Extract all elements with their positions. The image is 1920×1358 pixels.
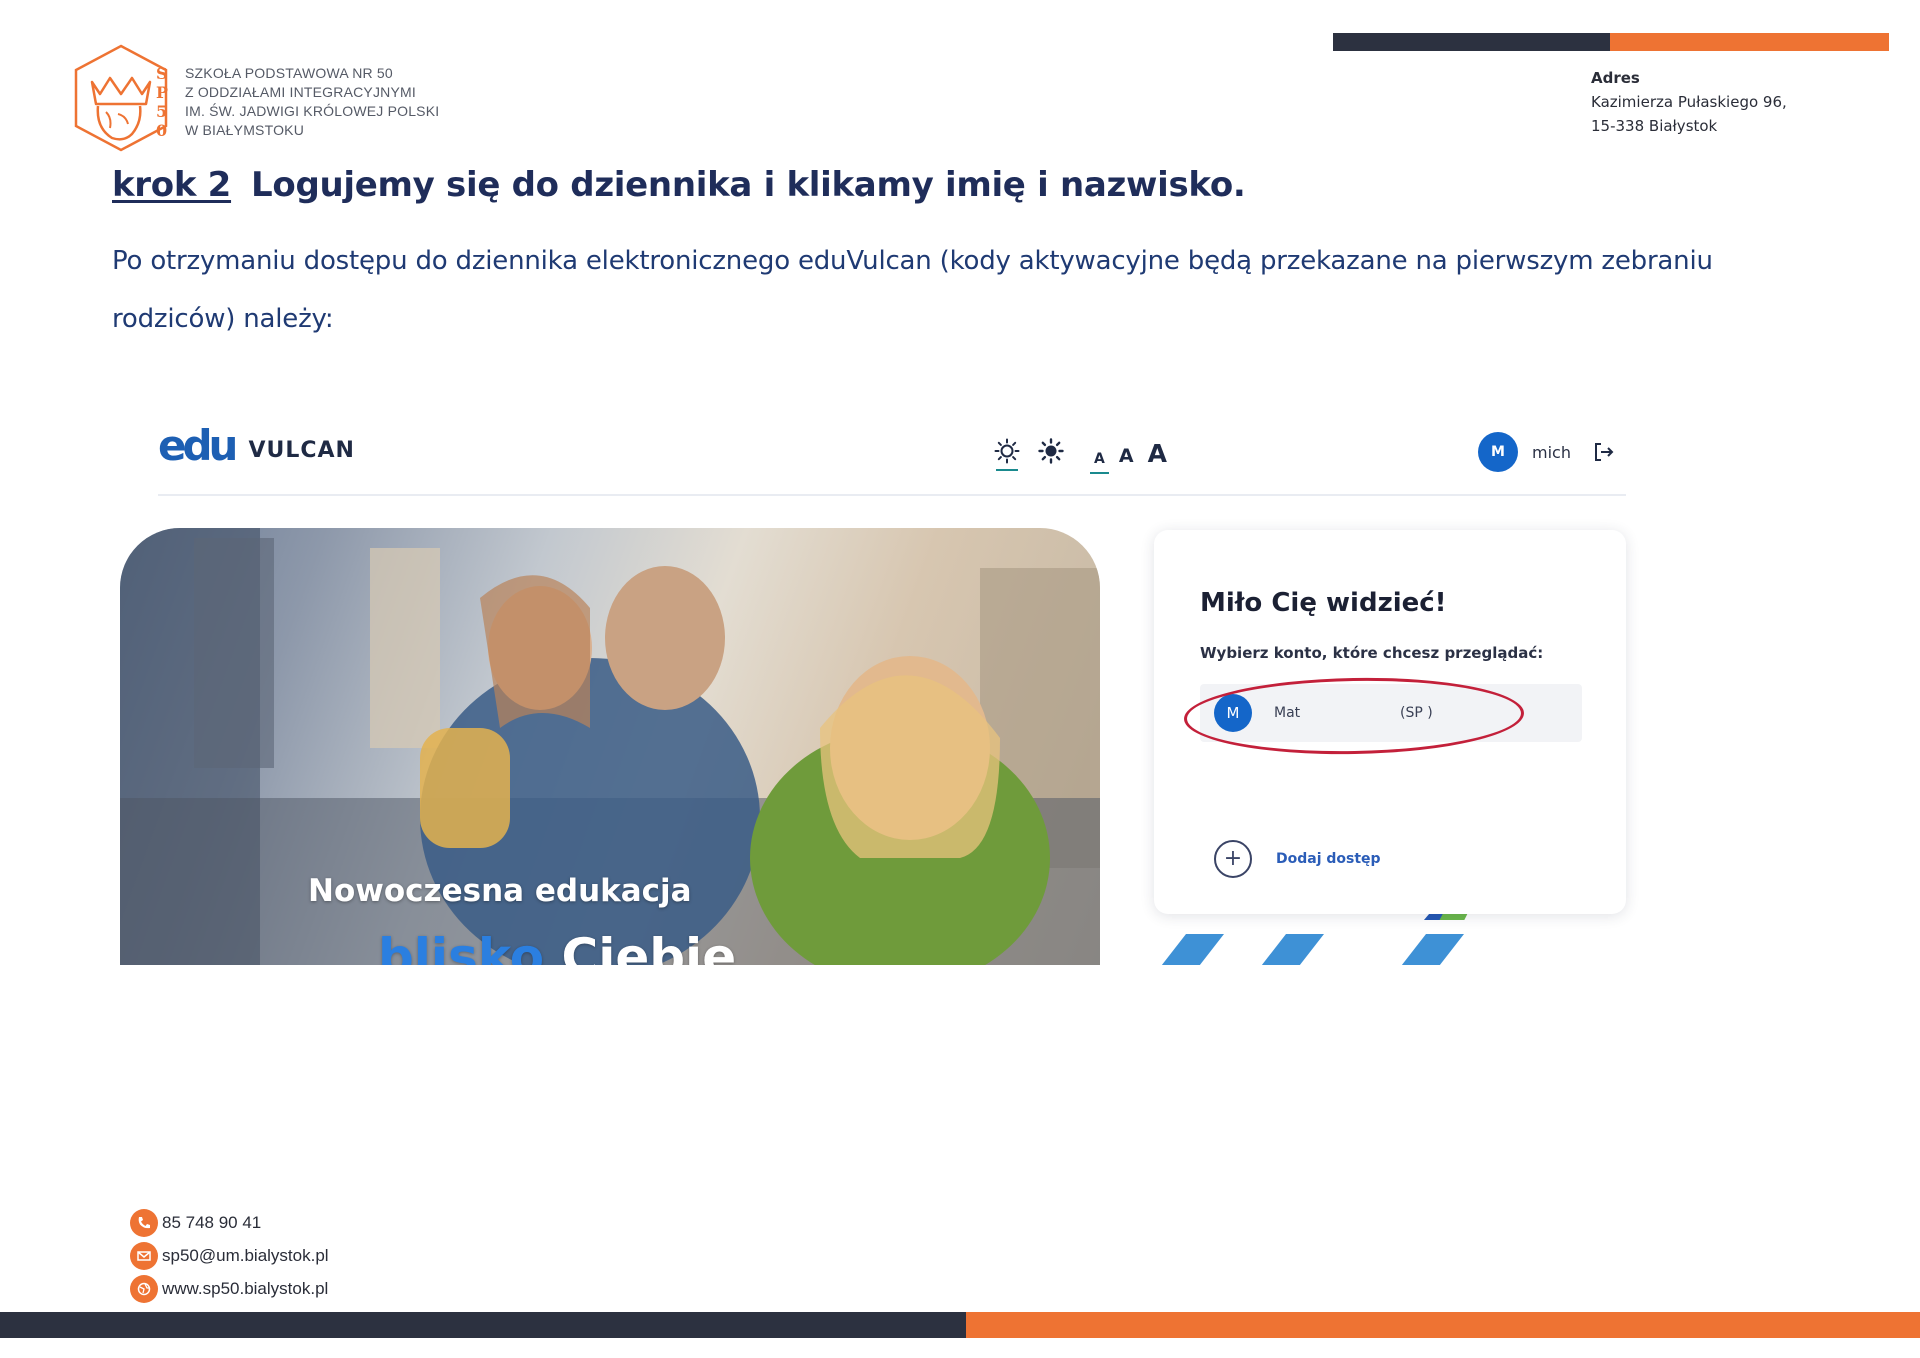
intro-paragraph: Po otrzymaniu dostępu do dziennika elekt… [112,246,1713,334]
logo-letter: P [156,83,169,102]
logo-letters: S P 5 0 [156,64,168,140]
logo-letter: 5 [156,102,168,121]
add-access-button[interactable]: + Dodaj dostęp [1214,840,1381,878]
step-label: krok 2 [112,165,232,205]
user-menu[interactable]: M mich [1478,432,1571,472]
school-name-line: Z ODDZIAŁAMI INTEGRACYJNYMI [185,84,416,100]
step-title: Logujemy się do dziennika i klikamy imię… [251,165,1246,205]
globe-icon [130,1274,158,1303]
logout-icon[interactable] [1592,440,1616,464]
light-contrast-icon[interactable] [992,436,1022,471]
high-contrast-icon[interactable] [1036,436,1066,466]
hero-headline: Nowoczesna edukacja [308,873,692,909]
envelope-icon [130,1241,158,1270]
school-address: Adres Kazimierza Pułaskiego 96, 15-338 B… [1591,66,1787,138]
hero-headline-blue-word: blisko [378,928,545,965]
phone-icon [130,1208,158,1237]
add-access-label: Dodaj dostęp [1276,851,1381,867]
address-street: Kazimierza Pułaskiego 96, [1591,93,1787,111]
edu-logo-mark: edu [158,421,238,470]
font-size-large-button[interactable]: A [1148,441,1167,466]
accessibility-toolbar: A A A [992,436,1167,474]
school-logo: S P 5 0 [66,42,176,154]
bottom-bar-orange-segment [966,1312,1920,1338]
step-heading: krok 2 Logujemy się do dziennika i klikam… [112,165,1246,205]
top-bar-orange-segment [1610,33,1889,51]
user-avatar: M [1478,432,1518,472]
school-name-line: IM. ŚW. JADWIGI KRÓLOWEJ POLSKI [185,103,440,119]
school-name-line: SZKOŁA PODSTAWOWA NR 50 [185,65,393,81]
top-color-bar [1333,33,1889,51]
school-name-line: W BIAŁYMSTOKU [185,122,305,138]
hero-family-photo: Nowoczesna edukacja blisko Ciebie [120,528,1100,965]
plus-circle-icon: + [1214,840,1252,878]
welcome-title: Miło Cię widzieć! [1200,588,1447,618]
bottom-color-bar [0,1312,1920,1338]
eduvulcan-logo[interactable]: edu VULCAN [158,421,355,470]
contact-phone: 85 748 90 41 [130,1206,329,1239]
website-link[interactable]: www.sp50.bialystok.pl [162,1279,328,1299]
footer-contacts: 85 748 90 41 sp50@um.bialystok.pl www.sp… [130,1206,329,1305]
eduvulcan-header: edu VULCAN A A A M mich [158,400,1626,496]
choose-account-prompt: Wybierz konto, które chcesz przeglądać: [1200,644,1544,662]
school-name: SZKOŁA PODSTAWOWA NR 50 Z ODDZIAŁAMI INT… [185,64,439,140]
address-title: Adres [1591,69,1640,87]
eduvulcan-screenshot: edu VULCAN A A A M mich Nowoczesna eduka… [118,400,1718,965]
bottom-bar-dark-segment [0,1312,966,1338]
hero-headline-white-word: Ciebie [561,928,737,965]
user-name: mich [1532,442,1571,462]
address-city: 15-338 Białystok [1591,117,1718,135]
hero-headline-second-line: blisko Ciebie [378,928,736,965]
contact-website: www.sp50.bialystok.pl [130,1272,329,1305]
contact-email: sp50@um.bialystok.pl [130,1239,329,1272]
email-address[interactable]: sp50@um.bialystok.pl [162,1246,329,1266]
logo-letter: S [156,64,168,83]
account-select-card: Miło Cię widzieć! Wybierz konto, które c… [1154,530,1626,914]
logo-letter: 0 [156,121,168,140]
top-bar-dark-segment [1333,33,1610,51]
font-size-small-button[interactable]: A [1090,452,1109,474]
vulcan-brand-text: VULCAN [248,438,355,463]
font-size-medium-button[interactable]: A [1119,447,1134,466]
phone-number: 85 748 90 41 [162,1212,262,1232]
